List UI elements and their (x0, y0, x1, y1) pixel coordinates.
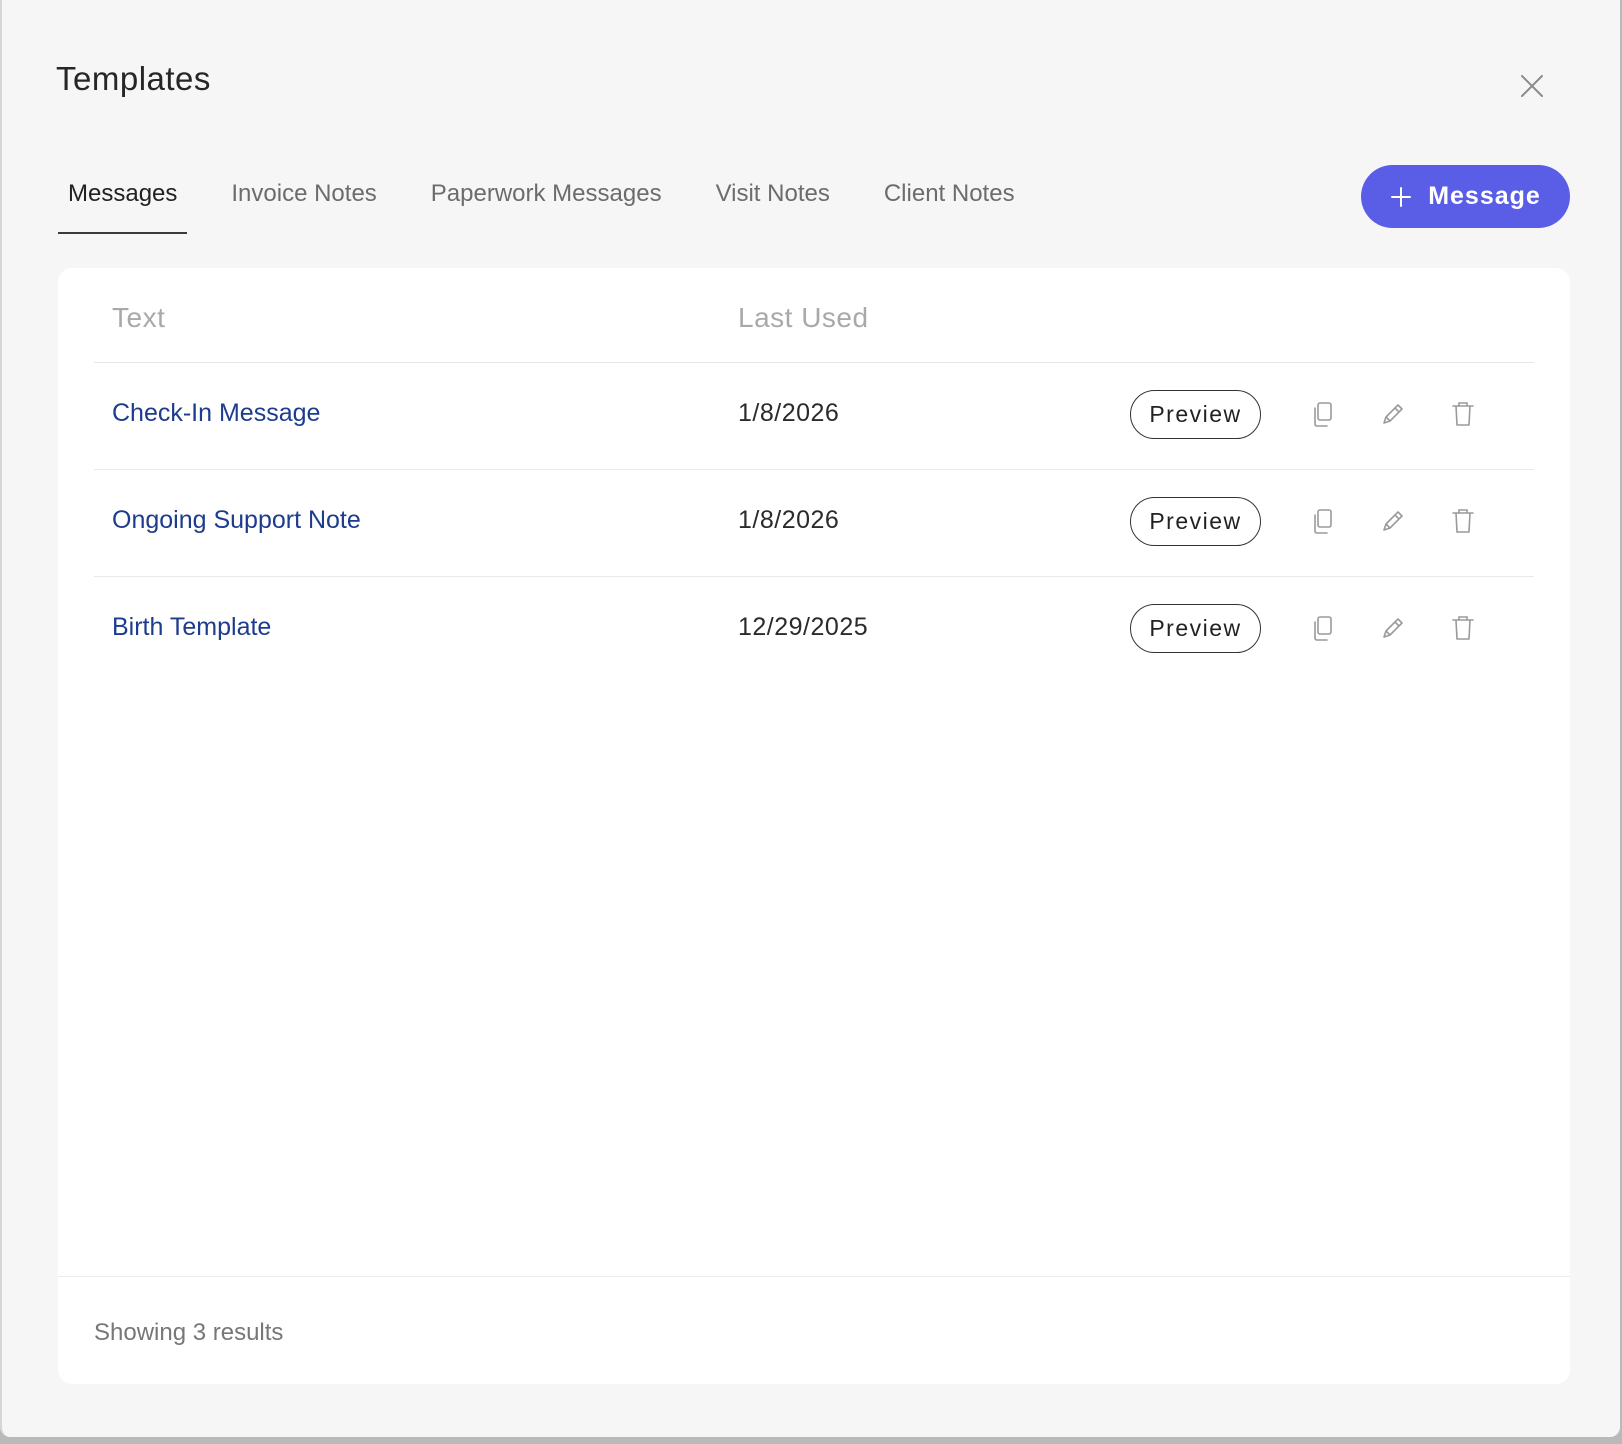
template-name-link[interactable]: Birth Template (112, 613, 271, 642)
preview-button[interactable]: Preview (1130, 497, 1261, 546)
last-used-date: 1/8/2026 (738, 506, 840, 534)
copy-icon[interactable] (1308, 399, 1338, 429)
tab-visit-notes[interactable]: Visit Notes (706, 166, 840, 232)
pencil-icon[interactable] (1378, 613, 1408, 643)
add-message-label: Message (1428, 182, 1541, 210)
copy-icon[interactable] (1308, 613, 1338, 643)
last-used-date: 1/8/2026 (738, 399, 840, 427)
tab-paperwork-messages[interactable]: Paperwork Messages (421, 166, 672, 232)
template-name-link[interactable]: Ongoing Support Note (112, 506, 361, 535)
template-name-link[interactable]: Check-In Message (112, 399, 320, 428)
tab-messages[interactable]: Messages (58, 166, 188, 234)
tab-client-notes[interactable]: Client Notes (874, 166, 1025, 232)
template-tabs: Messages Invoice Notes Paperwork Message… (58, 166, 1059, 234)
trash-icon[interactable] (1448, 506, 1478, 536)
last-used-date: 12/29/2025 (738, 613, 869, 641)
plus-icon (1391, 186, 1412, 207)
templates-modal: Templates Messages Invoice Notes Paperwo… (0, 0, 1620, 1437)
results-count: Showing 3 results (94, 1319, 284, 1346)
tab-invoice-notes[interactable]: Invoice Notes (221, 166, 386, 232)
trash-icon[interactable] (1448, 613, 1478, 643)
table-row: Birth Template 12/29/2025 Preview (94, 577, 1534, 683)
templates-table-card: Text Last Used Check-In Message 1/8/2026… (58, 268, 1570, 1384)
column-header-last-used: Last Used (738, 302, 869, 333)
preview-button[interactable]: Preview (1130, 390, 1261, 439)
preview-button[interactable]: Preview (1130, 604, 1261, 653)
pencil-icon[interactable] (1378, 506, 1408, 536)
close-icon[interactable] (1514, 68, 1550, 104)
table-header: Text Last Used (94, 268, 1534, 363)
table-row: Check-In Message 1/8/2026 Preview (94, 363, 1534, 470)
pencil-icon[interactable] (1378, 399, 1408, 429)
table-footer: Showing 3 results (58, 1276, 1570, 1385)
trash-icon[interactable] (1448, 399, 1478, 429)
table-row: Ongoing Support Note 1/8/2026 Preview (94, 470, 1534, 577)
copy-icon[interactable] (1308, 506, 1338, 536)
column-header-text: Text (112, 302, 166, 333)
add-message-button[interactable]: Message (1361, 165, 1570, 228)
modal-title: Templates (56, 60, 211, 97)
